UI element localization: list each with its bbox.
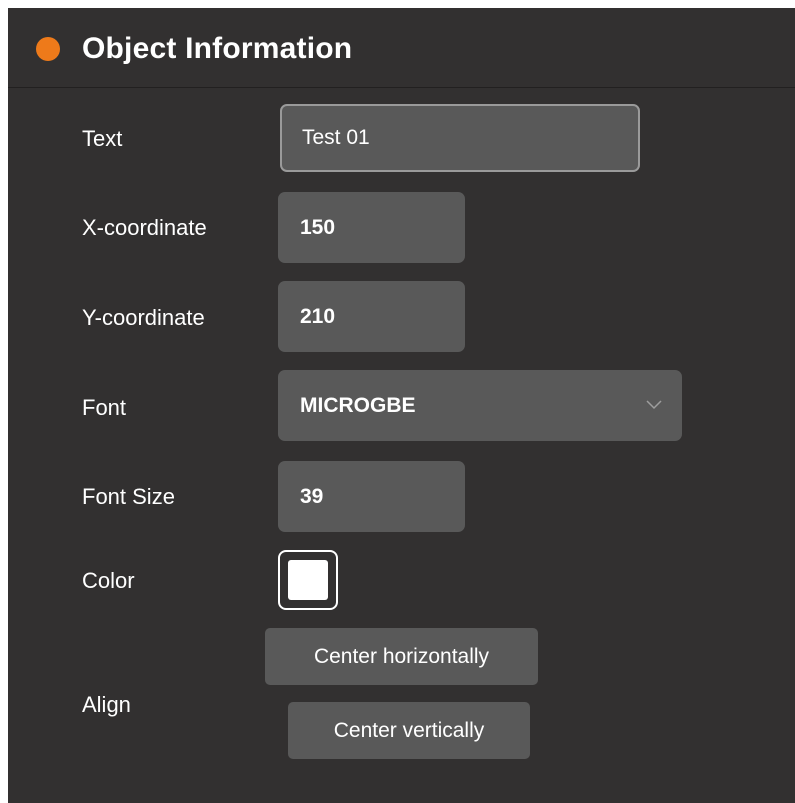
chevron-down-icon[interactable] xyxy=(646,399,662,412)
x-coordinate-input[interactable]: 150 xyxy=(278,192,465,263)
center-vertically-button[interactable]: Center vertically xyxy=(288,702,530,759)
y-coordinate-label: Y-coordinate xyxy=(82,305,205,330)
font-label: Font xyxy=(82,395,127,420)
center-horizontally-button[interactable]: Center horizontally xyxy=(265,628,538,685)
font-select-value: MICROGBE xyxy=(300,393,416,417)
font-size-input[interactable]: 39 xyxy=(278,461,465,532)
text-label: Text xyxy=(82,126,123,151)
y-coordinate-value: 210 xyxy=(300,304,336,328)
color-swatch-fill xyxy=(288,560,328,600)
align-label: Align xyxy=(82,692,131,717)
status-dot-icon xyxy=(36,37,60,61)
font-select[interactable]: MICROGBE xyxy=(278,370,682,441)
panel-header: Object Information xyxy=(36,32,352,66)
y-coordinate-input[interactable]: 210 xyxy=(278,281,465,352)
header-divider xyxy=(8,87,795,88)
x-coordinate-value: 150 xyxy=(300,215,336,239)
color-picker-swatch[interactable] xyxy=(278,550,338,610)
object-information-panel: Object Information Text Test 01 X-coordi… xyxy=(8,8,795,803)
font-size-value: 39 xyxy=(300,484,324,508)
color-label: Color xyxy=(82,568,135,593)
x-coordinate-label: X-coordinate xyxy=(82,215,207,240)
text-input[interactable]: Test 01 xyxy=(280,104,640,172)
panel-title: Object Information xyxy=(82,32,353,65)
text-input-value: Test 01 xyxy=(302,126,370,149)
font-size-label: Font Size xyxy=(82,484,175,509)
